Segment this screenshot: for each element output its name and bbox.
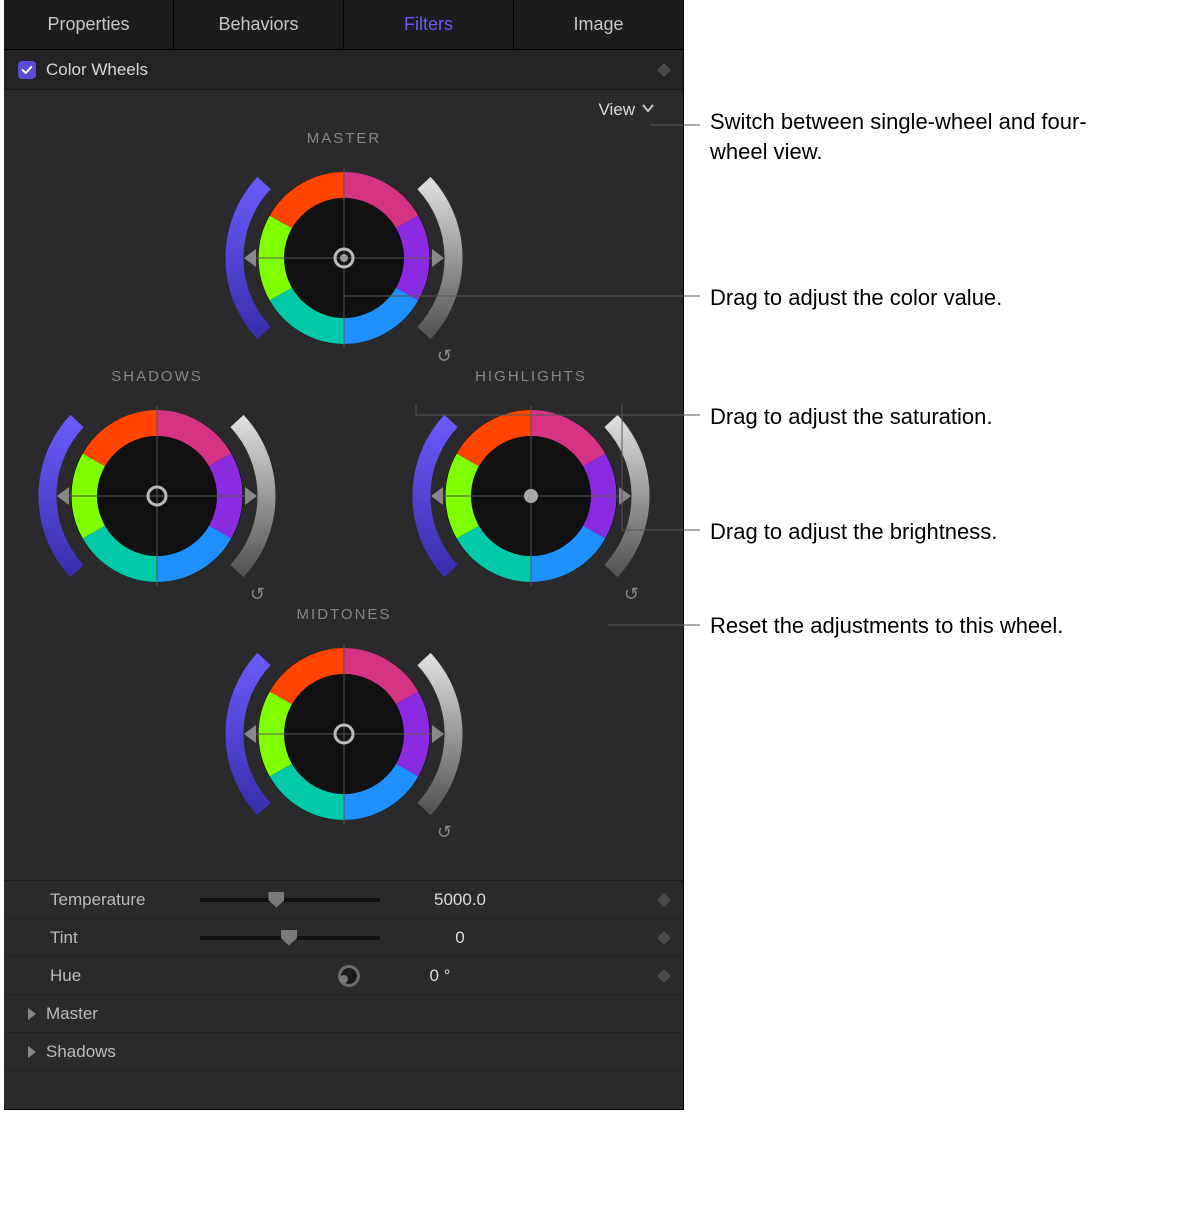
view-menu[interactable]: View — [4, 90, 683, 120]
keyframe-icon[interactable] — [657, 62, 671, 76]
callout-view: Switch between single-wheel and four-whe… — [710, 107, 1130, 166]
inspector-panel: Properties Behaviors Filters Image Color… — [4, 0, 684, 1110]
callout-saturation: Drag to adjust the saturation. — [710, 402, 993, 432]
inspector-tabs: Properties Behaviors Filters Image — [4, 0, 683, 50]
tint-value[interactable]: 0 — [400, 928, 520, 948]
color-params: Temperature 5000.0 Tint 0 Hue 0 ° Mas — [4, 880, 683, 1071]
brightness-handle[interactable] — [432, 725, 444, 743]
temperature-label: Temperature — [50, 890, 200, 910]
wheel-master-label: MASTER — [209, 130, 479, 147]
keyframe-icon[interactable] — [657, 930, 671, 944]
tab-behaviors[interactable]: Behaviors — [174, 0, 344, 49]
tab-image[interactable]: Image — [514, 0, 683, 49]
wheel-master: MASTER — [209, 130, 479, 363]
saturation-handle[interactable] — [57, 487, 69, 505]
hue-label: Hue — [50, 966, 200, 986]
wheel-midtones-label: MIDTONES — [209, 606, 479, 623]
reset-icon[interactable]: ↺ — [437, 822, 452, 843]
filter-section-header: Color Wheels — [4, 50, 683, 90]
disclosure-triangle-icon — [28, 1008, 36, 1020]
saturation-handle[interactable] — [244, 725, 256, 743]
saturation-handle[interactable] — [431, 487, 443, 505]
brightness-handle[interactable] — [432, 249, 444, 267]
slider-thumb[interactable] — [268, 892, 284, 908]
filter-enabled-checkbox[interactable] — [18, 61, 36, 79]
wheel-shadows: SHADOWS — [22, 368, 292, 601]
temperature-slider[interactable] — [200, 898, 380, 902]
callout-color: Drag to adjust the color value. — [710, 283, 1002, 313]
disclosure-master[interactable]: Master — [4, 995, 683, 1033]
color-wheel-highlights[interactable] — [411, 391, 651, 601]
hue-value[interactable]: 0 ° — [380, 966, 500, 986]
color-wheel-shadows[interactable] — [37, 391, 277, 601]
wheel-highlights: HIGHLIGHTS — [396, 368, 666, 601]
callout-reset: Reset the adjustments to this wheel. — [710, 611, 1090, 641]
color-wheels-area: MASTER — [4, 120, 683, 880]
view-menu-label: View — [598, 100, 635, 120]
disclosure-triangle-icon — [28, 1046, 36, 1058]
wheel-highlights-label: HIGHLIGHTS — [396, 368, 666, 385]
tint-label: Tint — [50, 928, 200, 948]
reset-icon[interactable]: ↺ — [437, 346, 452, 367]
keyframe-icon[interactable] — [657, 892, 671, 906]
tint-slider[interactable] — [200, 936, 380, 940]
tab-filters[interactable]: Filters — [344, 0, 514, 49]
disclosure-master-label: Master — [46, 1004, 98, 1024]
chevron-down-icon — [641, 100, 655, 120]
reset-icon[interactable]: ↺ — [250, 584, 265, 605]
keyframe-icon[interactable] — [657, 968, 671, 982]
hue-dial[interactable] — [338, 965, 360, 987]
slider-thumb[interactable] — [281, 930, 297, 946]
brightness-handle[interactable] — [619, 487, 631, 505]
temperature-value[interactable]: 5000.0 — [400, 890, 520, 910]
callout-brightness: Drag to adjust the brightness. — [710, 517, 997, 547]
wheel-midtones: MIDTONES — [209, 606, 479, 839]
param-tint: Tint 0 — [4, 919, 683, 957]
tab-properties[interactable]: Properties — [4, 0, 174, 49]
brightness-handle[interactable] — [245, 487, 257, 505]
saturation-handle[interactable] — [244, 249, 256, 267]
disclosure-shadows-label: Shadows — [46, 1042, 116, 1062]
color-value-handle[interactable] — [524, 489, 538, 503]
filter-title: Color Wheels — [46, 60, 148, 80]
param-hue: Hue 0 ° — [4, 957, 683, 995]
param-temperature: Temperature 5000.0 — [4, 881, 683, 919]
wheel-shadows-label: SHADOWS — [22, 368, 292, 385]
disclosure-shadows[interactable]: Shadows — [4, 1033, 683, 1071]
color-wheel-master[interactable] — [224, 153, 464, 363]
color-wheel-midtones[interactable] — [224, 629, 464, 839]
reset-icon[interactable]: ↺ — [624, 584, 639, 605]
